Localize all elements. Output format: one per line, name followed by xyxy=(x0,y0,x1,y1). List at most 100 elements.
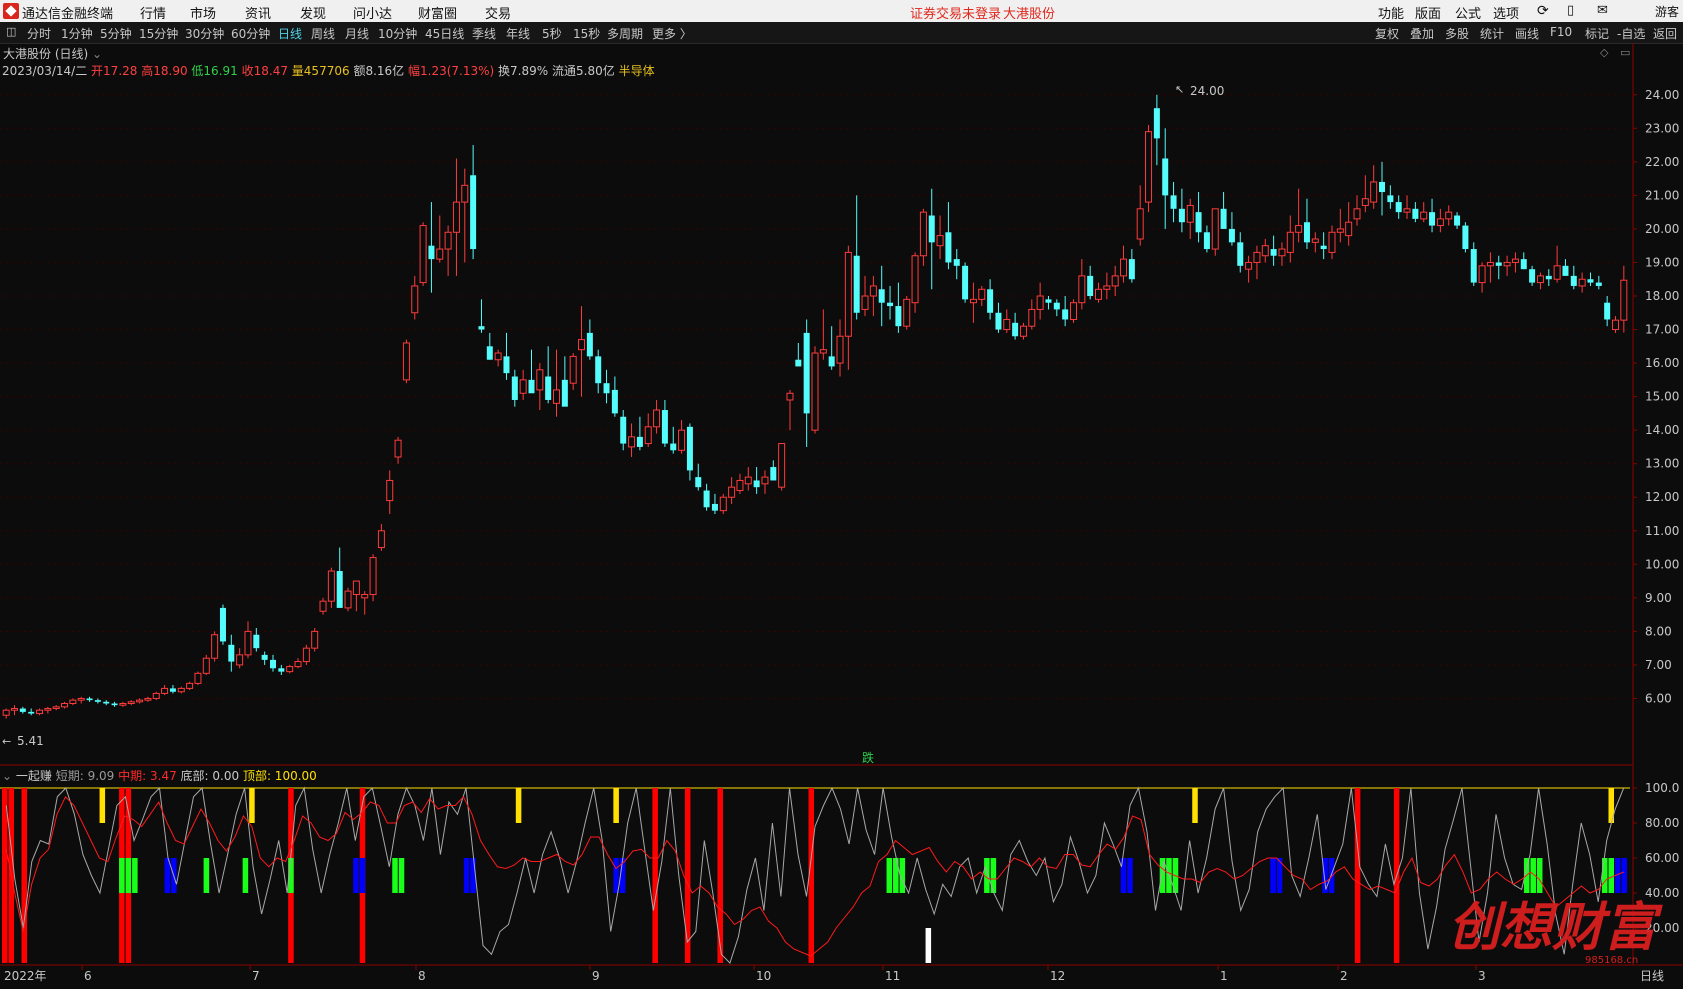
candle-body-up xyxy=(1019,325,1027,337)
candle-body-down xyxy=(878,289,885,303)
candle-body-up xyxy=(127,701,135,704)
candle-body-down xyxy=(1587,279,1594,283)
candle-body-down xyxy=(1270,249,1277,256)
candle-body-up xyxy=(1370,181,1378,203)
watermark-text: 创想财富 xyxy=(1448,898,1663,958)
candle-body-down xyxy=(528,379,535,394)
signal-bar-blue xyxy=(353,858,359,893)
price-tick-label: 15.00 xyxy=(1645,390,1679,404)
signal-bar-blue xyxy=(1127,858,1133,893)
x-tick-label: 12 xyxy=(1050,969,1065,983)
candle-body-up xyxy=(786,392,794,401)
candle-body-up xyxy=(1186,204,1194,223)
candle-body-down xyxy=(478,326,485,330)
candle-body-up xyxy=(302,647,310,663)
candle-body-up xyxy=(144,697,152,701)
candle-body-down xyxy=(1595,282,1602,286)
x-tick-label: 10 xyxy=(756,969,771,983)
price-tick-label: 11.00 xyxy=(1645,524,1679,538)
candle-body-down xyxy=(795,359,802,367)
candle-body-up xyxy=(119,702,127,706)
price-tick-label: 18.00 xyxy=(1645,289,1679,303)
osc-tick-label: 80.00 xyxy=(1645,816,1679,830)
price-tick-label: 8.00 xyxy=(1645,624,1672,638)
candle-body-down xyxy=(586,332,593,357)
candle-body-up xyxy=(202,657,210,674)
candle-body-up xyxy=(644,426,652,445)
candle-body-up xyxy=(678,429,686,451)
candle-body-down xyxy=(1087,275,1094,296)
candle-body-up xyxy=(436,248,444,260)
kline-chart[interactable]: 24.0023.0022.0021.0020.0019.0018.0017.00… xyxy=(0,0,1683,989)
short-term-line xyxy=(5,786,1625,964)
candle-body-down xyxy=(995,312,1002,330)
candle-body-up xyxy=(1486,261,1494,267)
candle-body-up xyxy=(1069,302,1077,320)
candle-body-up xyxy=(1253,251,1261,263)
candle-body-down xyxy=(503,356,510,374)
candle-body-up xyxy=(553,389,561,404)
candle-body-up xyxy=(1145,131,1153,203)
candle-body-down xyxy=(695,477,702,488)
signal-bar-yellow xyxy=(99,788,106,823)
candle-body-down xyxy=(1562,265,1569,276)
candle-body-up xyxy=(294,661,302,668)
candle-body-up xyxy=(77,697,85,701)
signal-bar-blue xyxy=(359,858,366,893)
max-arrow-icon: ↖ xyxy=(1175,83,1184,96)
candle-body-up xyxy=(736,479,744,492)
signal-bar-blue xyxy=(463,858,470,893)
price-tick-label: 23.00 xyxy=(1645,121,1679,135)
candle-body-up xyxy=(744,476,752,485)
fall-marker: 跌 xyxy=(862,750,874,765)
candle-body-up xyxy=(286,666,294,673)
candle-body-up xyxy=(1578,278,1586,287)
candle-body-up xyxy=(194,672,202,684)
candle-body-up xyxy=(352,580,360,595)
candle-body-down xyxy=(28,711,35,714)
candle-body-up xyxy=(936,235,944,247)
candle-body-down xyxy=(1220,208,1227,229)
candle-body-up xyxy=(1261,245,1269,257)
candle-body-down xyxy=(962,265,969,300)
candle-body-down xyxy=(686,426,693,471)
candle-body-up xyxy=(1211,208,1219,250)
price-tick-label: 10.00 xyxy=(1645,557,1679,571)
candle-body-up xyxy=(1611,319,1619,331)
watermark-url: 985168.cn xyxy=(1585,955,1638,966)
candle-body-down xyxy=(620,416,627,444)
x-tick-label: 2022年 xyxy=(4,969,47,983)
candle-body-down xyxy=(611,389,618,414)
candle-body-up xyxy=(1136,208,1144,240)
candle-body-up xyxy=(569,355,577,384)
candle-body-up xyxy=(369,557,377,595)
candle-body-up xyxy=(394,439,402,458)
candle-body-up xyxy=(419,225,427,284)
candle-body-up xyxy=(1028,308,1036,327)
candle-body-up xyxy=(911,255,919,304)
candle-body-up xyxy=(1003,318,1011,331)
x-tick-label: 9 xyxy=(592,969,600,983)
signal-bar-yellow xyxy=(515,788,522,823)
signal-bar-green xyxy=(242,858,249,893)
candle-body-up xyxy=(311,630,319,649)
signal-bar-yellow xyxy=(1192,788,1198,823)
candle-body-down xyxy=(853,255,860,313)
candle-body-down xyxy=(561,379,568,407)
candle-body-up xyxy=(402,342,410,381)
candle-body-up xyxy=(461,184,469,203)
candle-body-up xyxy=(903,298,911,327)
candle-body-down xyxy=(670,443,677,451)
candle-body-down xyxy=(228,644,235,662)
candle-body-down xyxy=(1495,262,1502,266)
candle-body-up xyxy=(844,251,852,337)
candle-body-up xyxy=(1278,248,1286,257)
candle-body-up xyxy=(211,634,219,659)
signal-bar-green xyxy=(1608,858,1615,893)
candle-body-up xyxy=(69,699,77,704)
candle-body-down xyxy=(428,245,435,260)
candle-body-up xyxy=(1245,261,1253,270)
signal-bar-red xyxy=(21,788,28,963)
candle-body-up xyxy=(1311,238,1319,243)
price-tick-label: 12.00 xyxy=(1645,490,1679,504)
